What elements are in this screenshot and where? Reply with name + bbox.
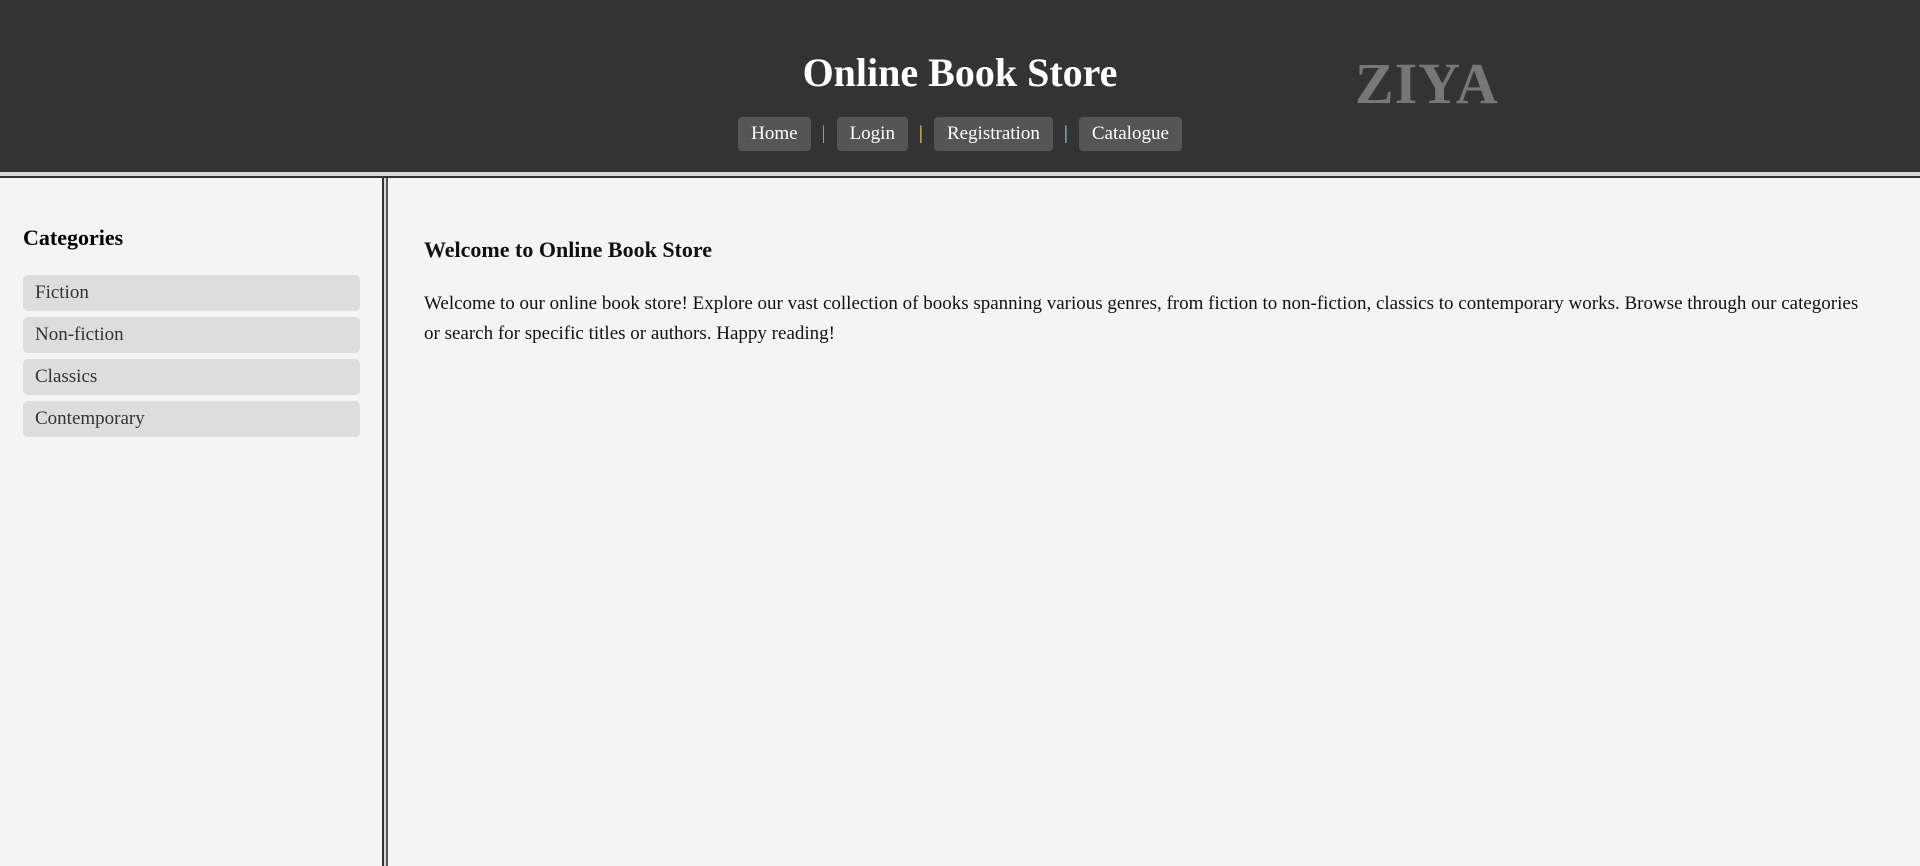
main-nav: Home | Login | Registration | Catalogue — [0, 117, 1920, 151]
category-item-non-fiction[interactable]: Non-fiction — [23, 317, 360, 353]
welcome-text: Welcome to our online book store! Explor… — [424, 293, 1859, 344]
nav-separator: | — [919, 123, 923, 144]
welcome-heading: Welcome to Online Book Store — [424, 237, 713, 262]
nav-home-link[interactable]: Home — [738, 117, 811, 151]
site-header: Online Book Store ZIYA Home | Login | Re… — [0, 0, 1920, 172]
category-item-contemporary[interactable]: Contemporary — [23, 401, 360, 437]
nav-login-link[interactable]: Login — [836, 117, 908, 151]
site-title: Online Book Store — [802, 50, 1118, 95]
brand-logo: ZIYA — [1355, 51, 1499, 116]
nav-separator: | — [821, 123, 826, 144]
nav-separator: | — [1063, 123, 1068, 144]
category-item-classics[interactable]: Classics — [23, 359, 360, 395]
category-item-fiction[interactable]: Fiction — [23, 275, 360, 311]
nav-registration-link[interactable]: Registration — [933, 117, 1053, 151]
sidebar-heading: Categories — [23, 225, 124, 250]
category-list: Fiction Non-fiction Classics Contemporar… — [23, 275, 360, 443]
sidebar-divider[interactable] — [382, 178, 388, 866]
nav-catalogue-link[interactable]: Catalogue — [1078, 117, 1182, 151]
